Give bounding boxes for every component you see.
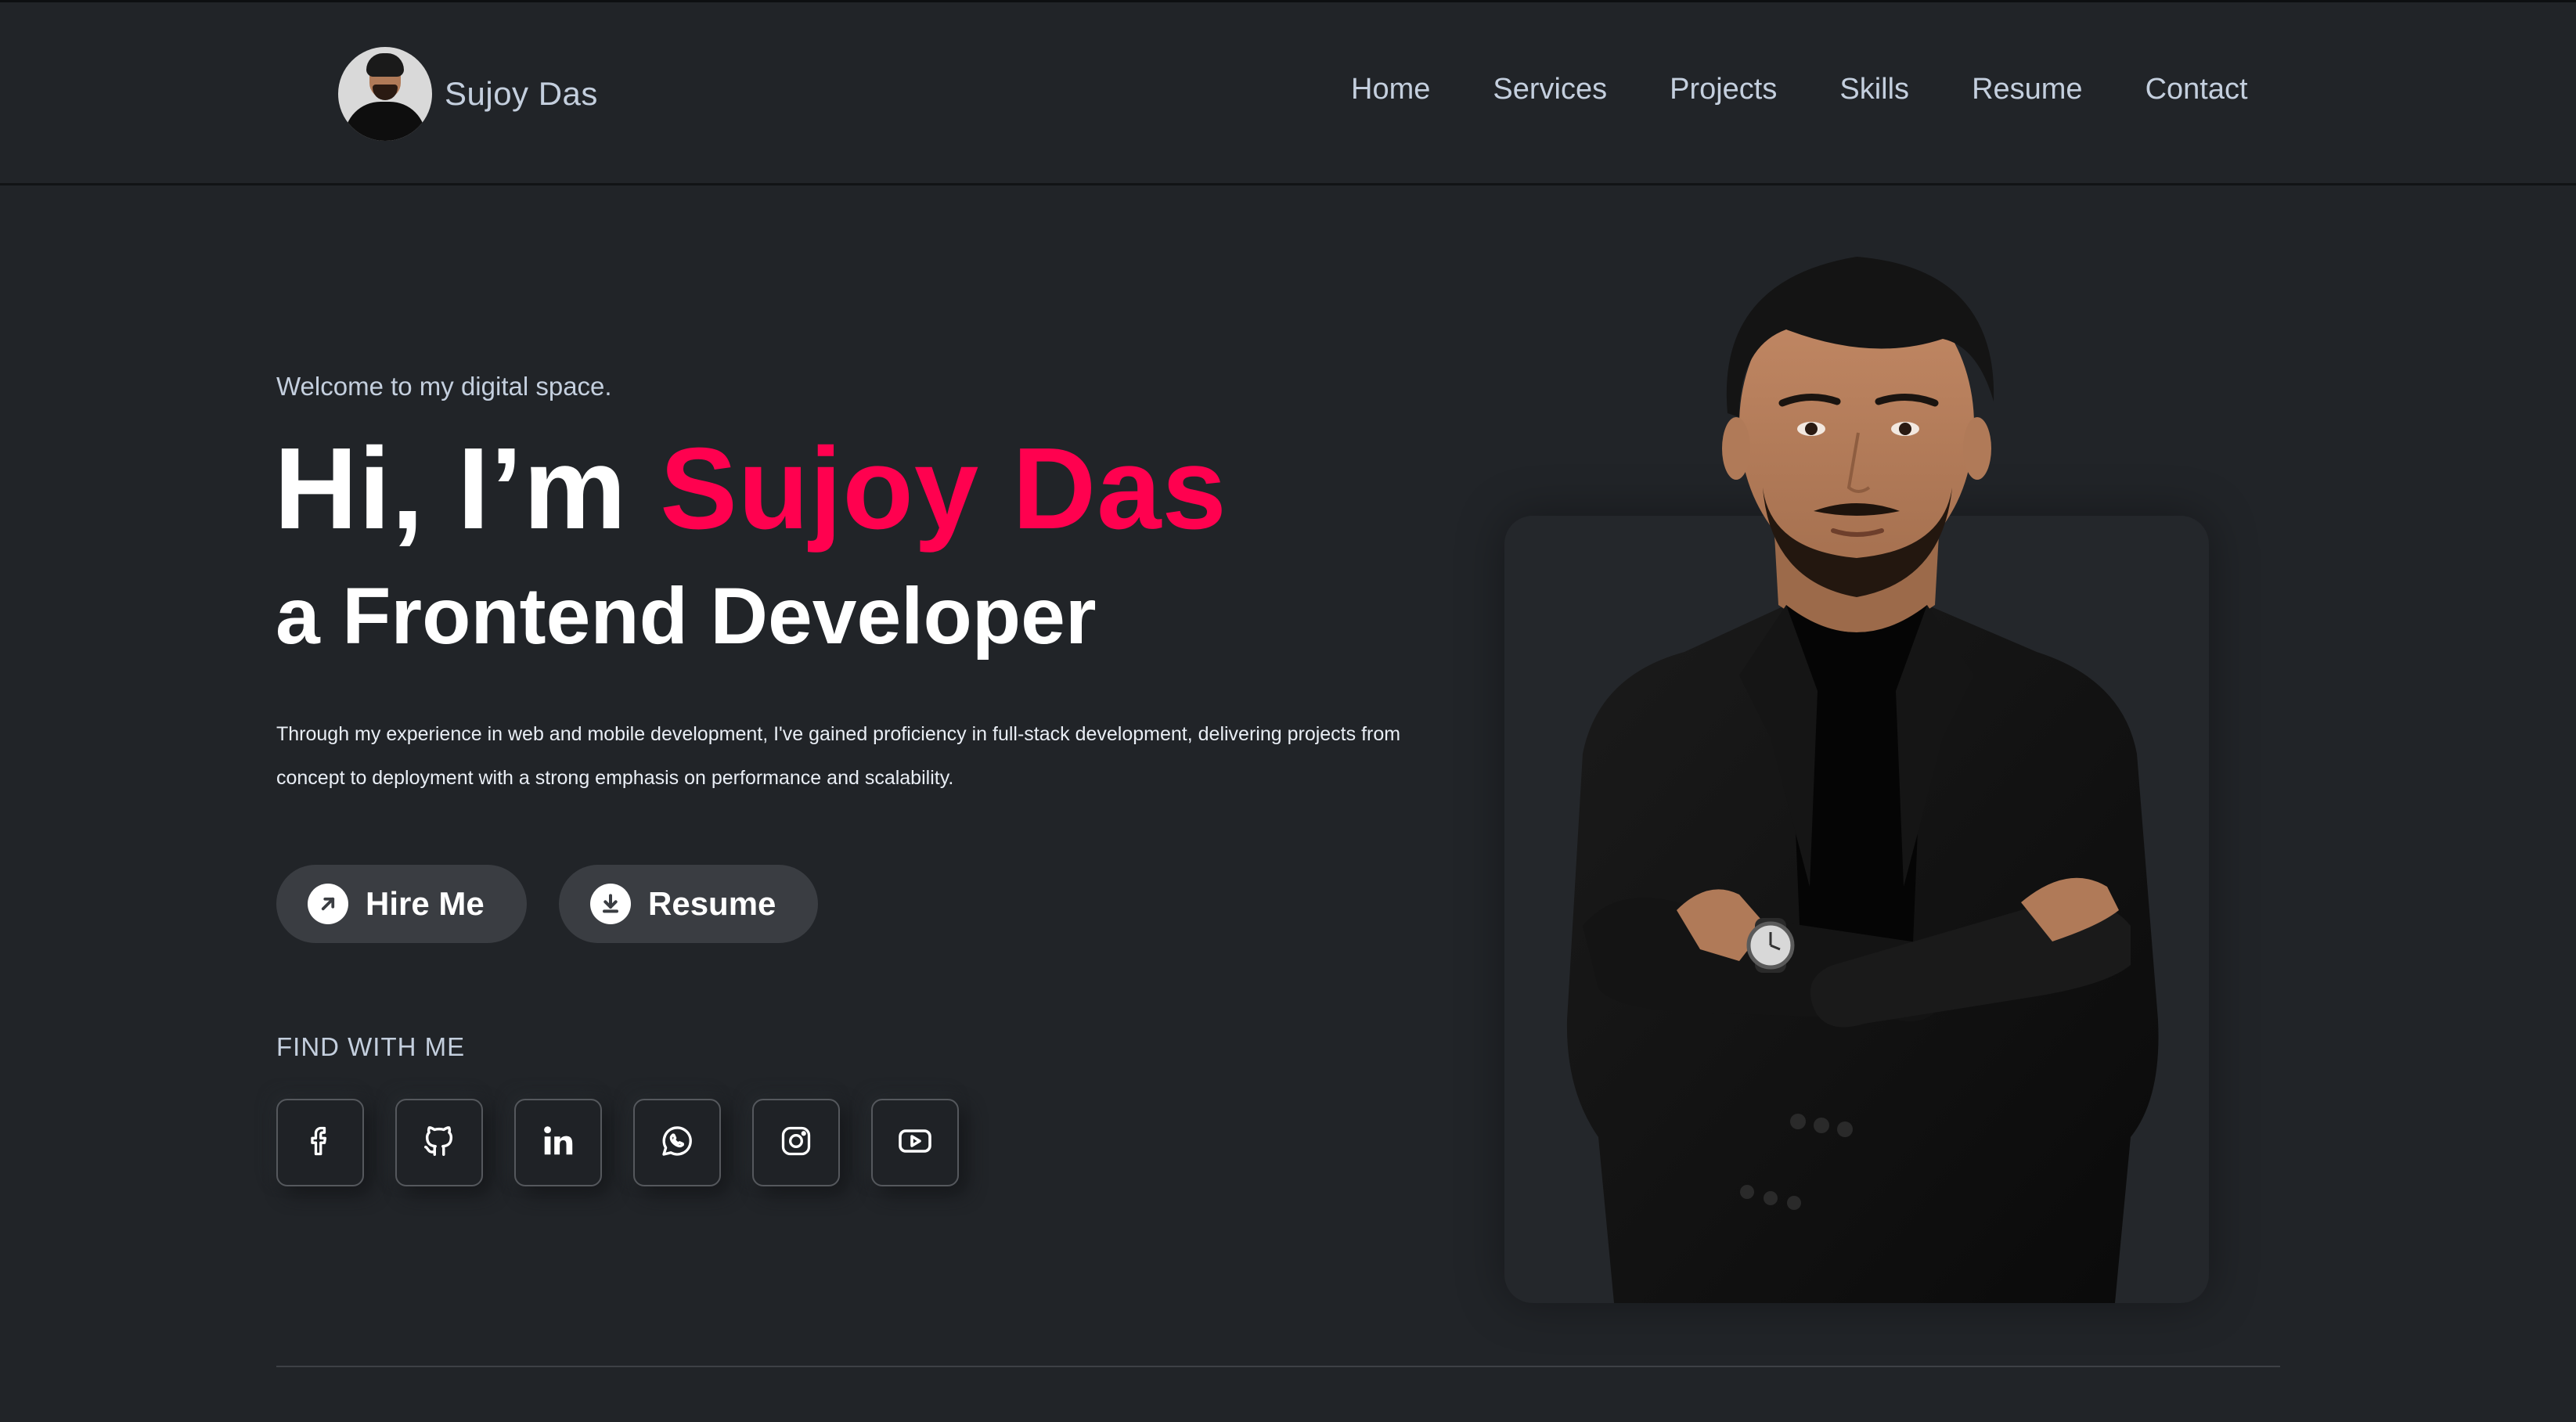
hire-me-button[interactable]: Hire Me [276, 865, 527, 943]
nav-home[interactable]: Home [1351, 73, 1430, 106]
linkedin-icon [540, 1123, 576, 1163]
avatar [338, 47, 432, 141]
hire-me-label: Hire Me [366, 885, 485, 922]
find-with-me-label: FIND WITH ME [276, 1032, 466, 1061]
github-icon [421, 1123, 457, 1163]
section-divider [276, 1366, 2280, 1367]
page: Sujoy Das Home Services Projects Skills … [0, 0, 2576, 1422]
brand[interactable]: Sujoy Das [338, 47, 598, 141]
hero-title-prefix: Hi, I’m [274, 424, 661, 553]
social-instagram[interactable] [752, 1099, 840, 1186]
site-header: Sujoy Das Home Services Projects Skills … [0, 2, 2576, 185]
download-icon [590, 884, 631, 924]
whatsapp-icon [658, 1122, 696, 1164]
hero-title: Hi, I’m Sujoy Das [274, 431, 1227, 547]
hero-subtitle: a Frontend Developer [276, 571, 1097, 661]
nav-skills[interactable]: Skills [1839, 73, 1909, 106]
social-github[interactable] [395, 1099, 483, 1186]
social-linkedin[interactable] [514, 1099, 602, 1186]
youtube-icon [896, 1122, 934, 1164]
nav-services[interactable]: Services [1493, 73, 1607, 106]
social-whatsapp[interactable] [633, 1099, 721, 1186]
resume-button[interactable]: Resume [559, 865, 818, 943]
main-nav: Home Services Projects Skills Resume Con… [1351, 73, 2248, 106]
social-facebook[interactable] [276, 1099, 364, 1186]
nav-resume[interactable]: Resume [1972, 73, 2083, 106]
nav-contact[interactable]: Contact [2145, 73, 2248, 106]
social-youtube[interactable] [871, 1099, 959, 1186]
nav-projects[interactable]: Projects [1670, 73, 1777, 106]
portrait-image [1504, 237, 2209, 1303]
hero-title-name: Sujoy Das [660, 424, 1227, 553]
hero-description: Through my experience in web and mobile … [276, 723, 1401, 789]
social-links [276, 1099, 959, 1186]
arrow-up-right-icon [308, 884, 348, 924]
facebook-icon [303, 1124, 337, 1162]
resume-label: Resume [648, 885, 776, 922]
welcome-text: Welcome to my digital space. [276, 372, 612, 401]
instagram-icon [779, 1124, 813, 1162]
brand-name: Sujoy Das [445, 75, 598, 112]
